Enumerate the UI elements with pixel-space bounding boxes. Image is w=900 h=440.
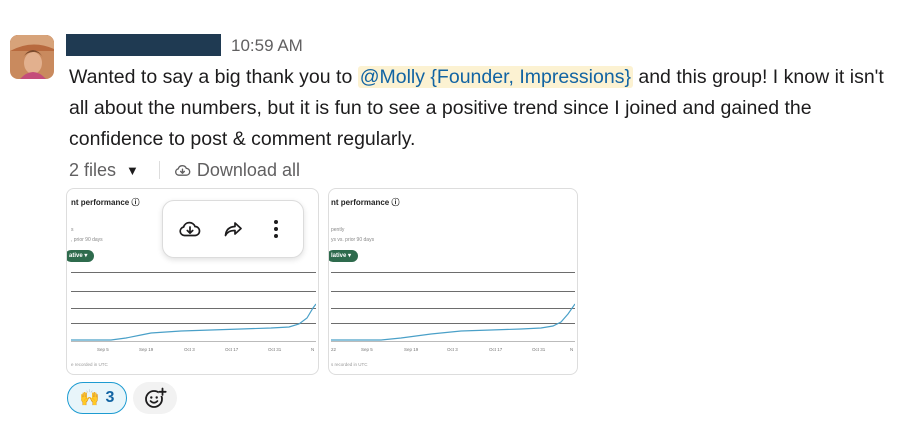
chart-subtitle: , prior 90 days (71, 237, 103, 243)
download-icon (179, 221, 201, 237)
cumulative-pill[interactable]: lative ▾ (329, 250, 359, 262)
add-reaction-button[interactable] (133, 382, 177, 414)
chart-subtitle: s (71, 227, 74, 233)
chart-footer: s recorded in UTC (331, 362, 368, 367)
file-attachment-2[interactable]: nt performance ⓘ pently ys vs. prior 90 … (328, 188, 578, 375)
chart-title: nt performance ⓘ (71, 198, 140, 207)
x-tick: Sep 19 (139, 347, 154, 352)
user-mention[interactable]: @Molly {Founder, Impressions} (357, 66, 633, 88)
files-header: 2 files ▼ Download all (69, 158, 300, 182)
gridline (71, 272, 316, 273)
download-file-button[interactable] (174, 213, 206, 245)
cloud-download-icon (174, 164, 191, 176)
info-icon: ⓘ (391, 198, 400, 207)
reaction-raised-hands[interactable]: 🙌 3 (67, 382, 127, 414)
trend-line (71, 303, 316, 341)
x-tick: Sep 5 (361, 347, 373, 352)
avatar[interactable] (10, 35, 54, 79)
x-tick: 22 (331, 347, 337, 352)
x-tick: N (311, 347, 315, 352)
info-icon: ⓘ (131, 198, 140, 207)
files-count-label: 2 files (69, 159, 117, 180)
files-toggle[interactable]: 2 files ▼ (69, 160, 139, 181)
x-tick: Oct 17 (225, 347, 239, 352)
sender-name-redacted[interactable] (66, 34, 221, 56)
message-text-before: Wanted to say a big thank you to (69, 66, 358, 88)
message-timestamp[interactable]: 10:59 AM (231, 36, 303, 56)
message-text: Wanted to say a big thank you to @Molly … (69, 62, 889, 155)
x-tick: Oct 3 (447, 347, 458, 352)
x-tick: Sep 5 (97, 347, 109, 352)
cumulative-pill[interactable]: ative ▾ (67, 250, 95, 262)
reaction-count: 3 (105, 389, 115, 406)
chart-footer: e recorded in UTC (71, 362, 108, 367)
divider (158, 161, 160, 179)
x-tick: Oct 31 (268, 347, 282, 352)
gridline (331, 291, 575, 292)
gridline (331, 272, 575, 273)
x-tick: N (570, 347, 574, 352)
x-tick: Oct 17 (489, 347, 503, 352)
x-tick: Sep 19 (404, 347, 419, 352)
chart-subtitle: ys vs. prior 90 days (331, 237, 375, 243)
caret-down-icon: ▼ (126, 162, 139, 178)
share-file-button[interactable] (217, 213, 249, 245)
download-all-label: Download all (196, 159, 300, 180)
more-vertical-icon (273, 220, 278, 238)
trend-line (331, 303, 575, 341)
share-icon (224, 222, 242, 237)
more-actions-button[interactable] (260, 213, 292, 245)
x-tick: Oct 3 (184, 347, 195, 352)
gridline (71, 291, 316, 292)
chart-title: nt performance ⓘ (331, 198, 400, 207)
raised-hands-icon: 🙌 (79, 390, 100, 407)
x-tick: Oct 31 (532, 347, 546, 352)
download-all-button[interactable]: Download all (174, 160, 300, 181)
chart-subtitle: pently (331, 227, 345, 233)
add-reaction-icon (145, 387, 167, 408)
file-hover-menu (162, 200, 304, 258)
